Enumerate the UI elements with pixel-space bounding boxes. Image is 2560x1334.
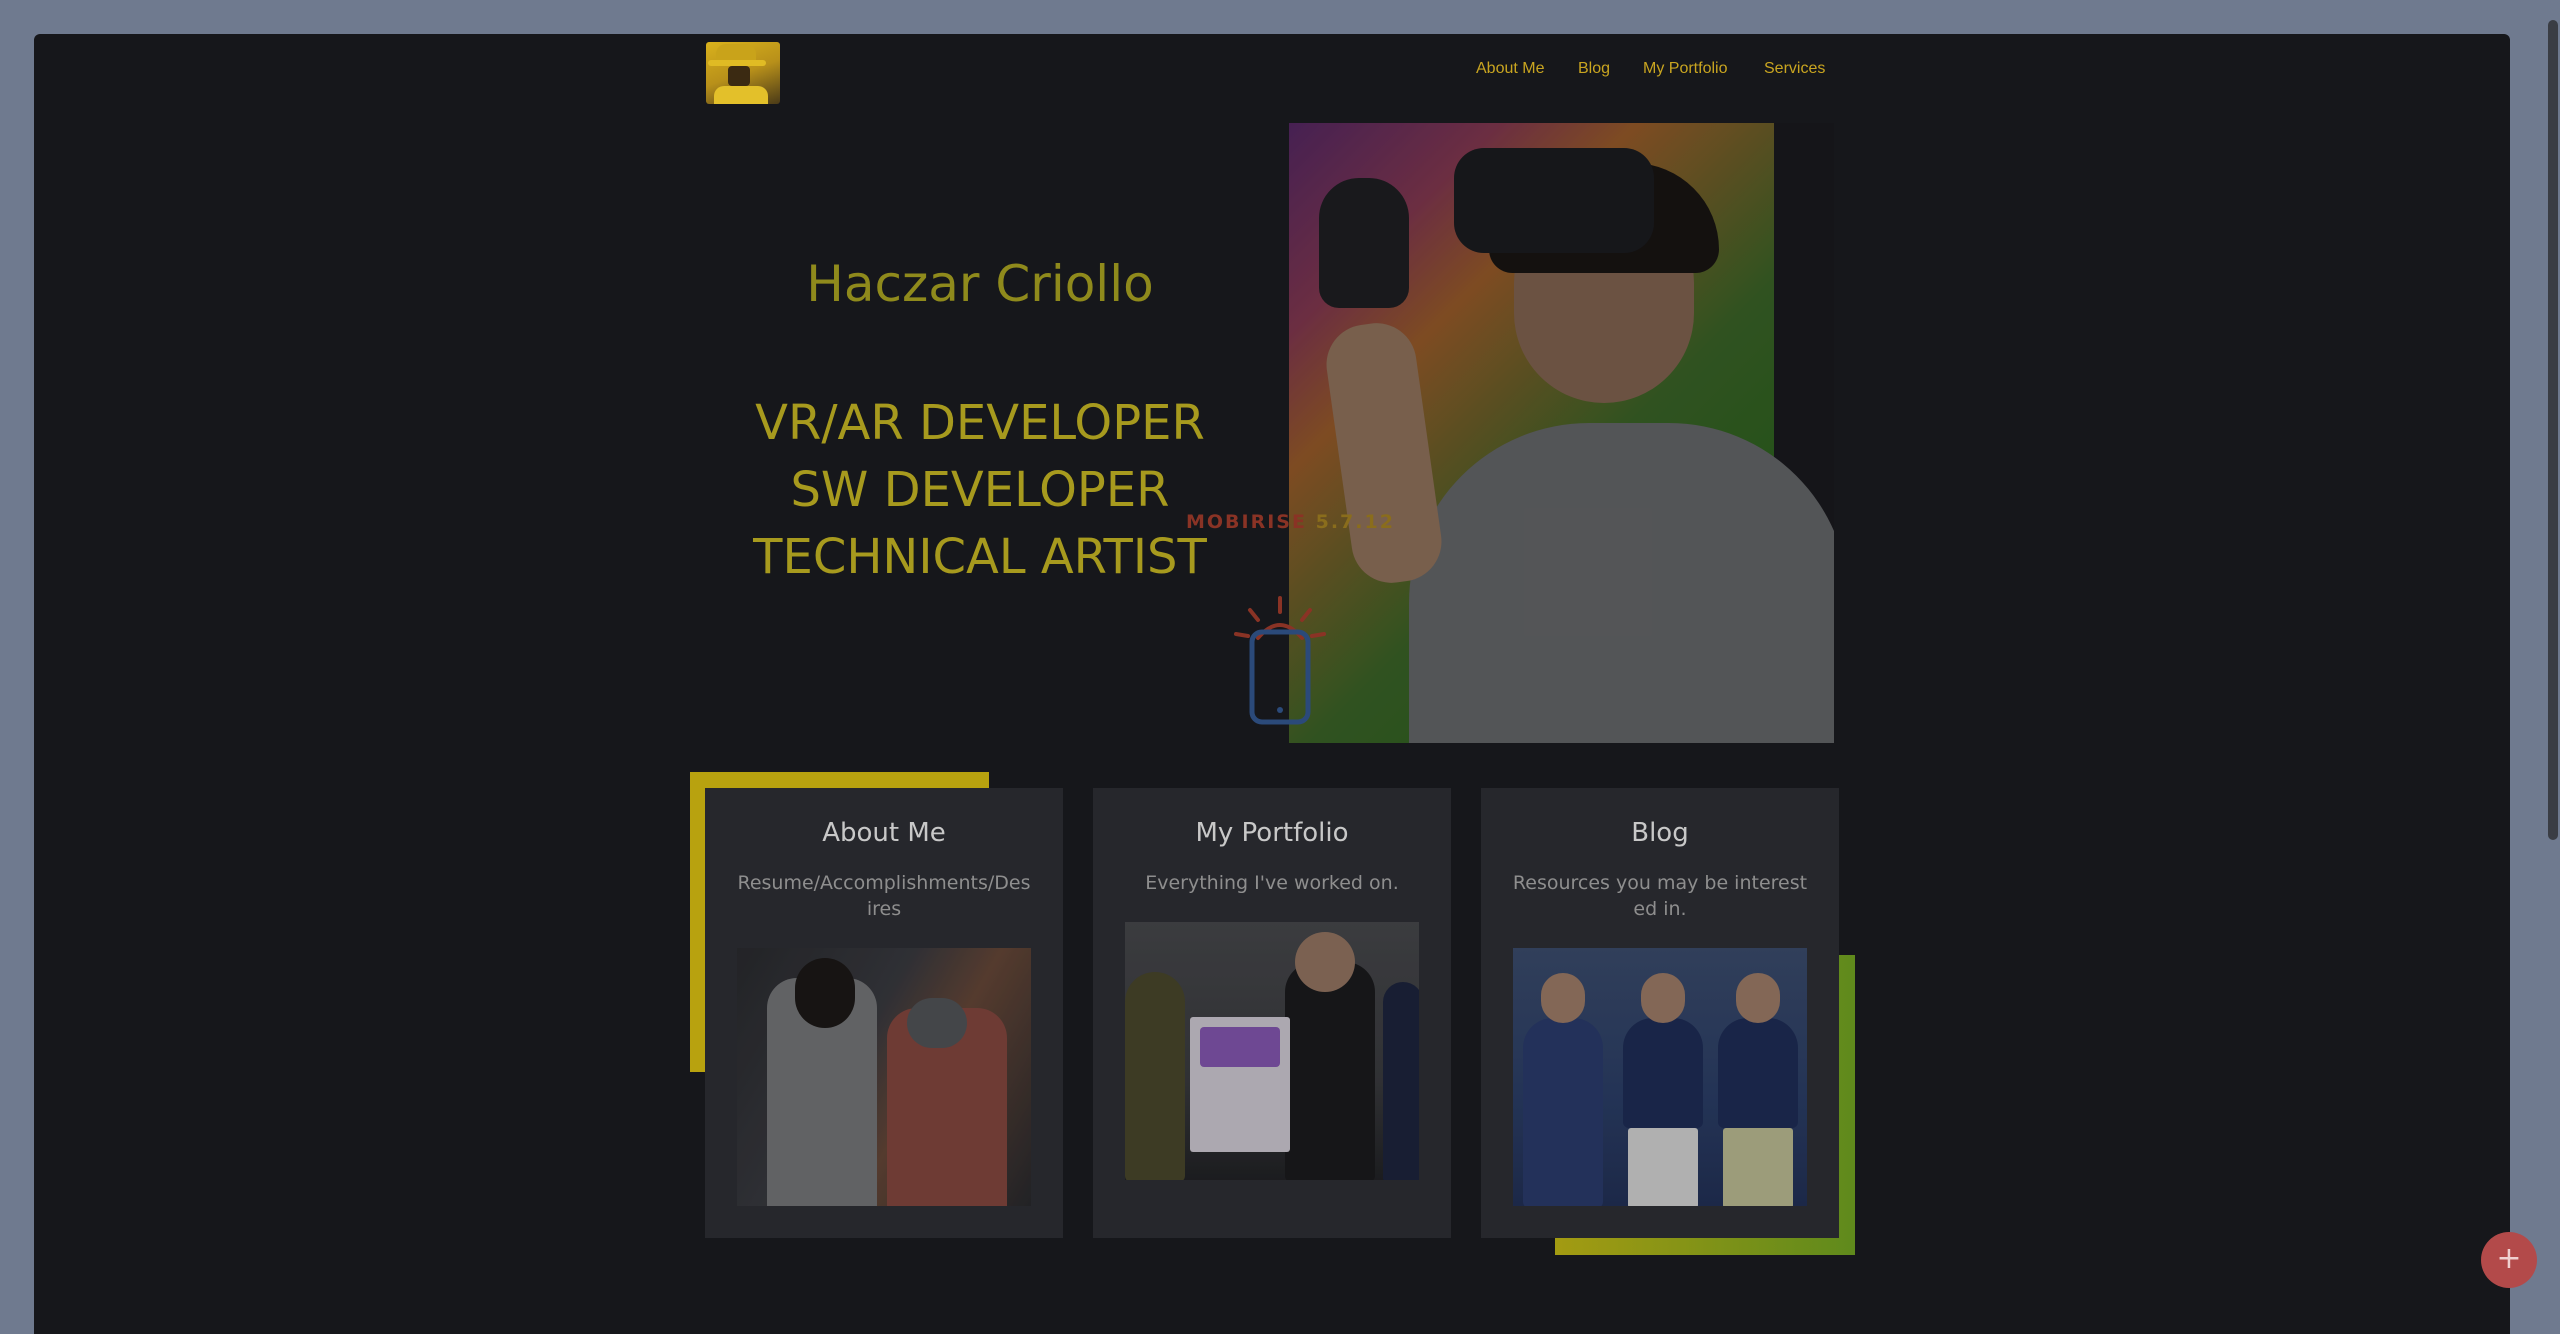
- card-subtitle: Resume/Accomplishments/Desires: [737, 872, 1031, 920]
- watermark-brand: MOBIRISE: [1186, 511, 1307, 533]
- hero-photo: [1289, 123, 1834, 743]
- hero-roles: VR/AR DEVELOPER SW DEVELOPER TECHNICAL A…: [700, 390, 1260, 591]
- image-shade: [737, 948, 1031, 1206]
- card-about-me[interactable]: About Me Resume/Accomplishments/Desires: [705, 788, 1063, 1238]
- image-shade: [1125, 922, 1419, 1180]
- logo-suit-shape: [714, 86, 768, 104]
- hero-role: VR/AR DEVELOPER: [755, 395, 1205, 451]
- page-scrollbar[interactable]: [2546, 0, 2560, 1309]
- hero-role: TECHNICAL ARTIST: [753, 529, 1207, 585]
- card-subtitle: Everything I've worked on.: [1145, 872, 1399, 894]
- card-image-about[interactable]: [737, 948, 1031, 1206]
- card-image-blog[interactable]: [1513, 948, 1807, 1206]
- nav-item-my-portfolio[interactable]: My Portfolio: [1643, 60, 1727, 78]
- mobirise-phone-icon: [1234, 596, 1326, 725]
- hero-role: SW DEVELOPER: [790, 462, 1170, 518]
- card-image-portfolio[interactable]: [1125, 922, 1419, 1180]
- card-title: Blog: [1631, 818, 1689, 848]
- scrollbar-thumb[interactable]: [2548, 20, 2558, 840]
- image-shade: [1513, 948, 1807, 1206]
- nav-item-blog[interactable]: Blog: [1578, 60, 1610, 78]
- add-fab-button[interactable]: +: [2481, 1232, 2537, 1288]
- card-title: My Portfolio: [1195, 818, 1349, 848]
- card-subtitle: Resources you may be interested in.: [1512, 872, 1808, 920]
- card-blog[interactable]: Blog Resources you may be interested in.: [1481, 788, 1839, 1238]
- photo-shade: [1289, 123, 1834, 743]
- watermark-version: 5.7.12: [1315, 511, 1395, 533]
- card-title: About Me: [822, 818, 946, 848]
- nav-item-services[interactable]: Services: [1764, 60, 1825, 78]
- main-nav: About Me Blog My Portfolio Services: [0, 60, 2560, 86]
- card-my-portfolio[interactable]: My Portfolio Everything I've worked on.: [1093, 788, 1451, 1238]
- hero-name: Haczar Criollo: [806, 255, 1154, 313]
- mobirise-watermark: MOBIRISE 5.7.12: [1186, 511, 1395, 533]
- nav-item-about-me[interactable]: About Me: [1476, 60, 1544, 78]
